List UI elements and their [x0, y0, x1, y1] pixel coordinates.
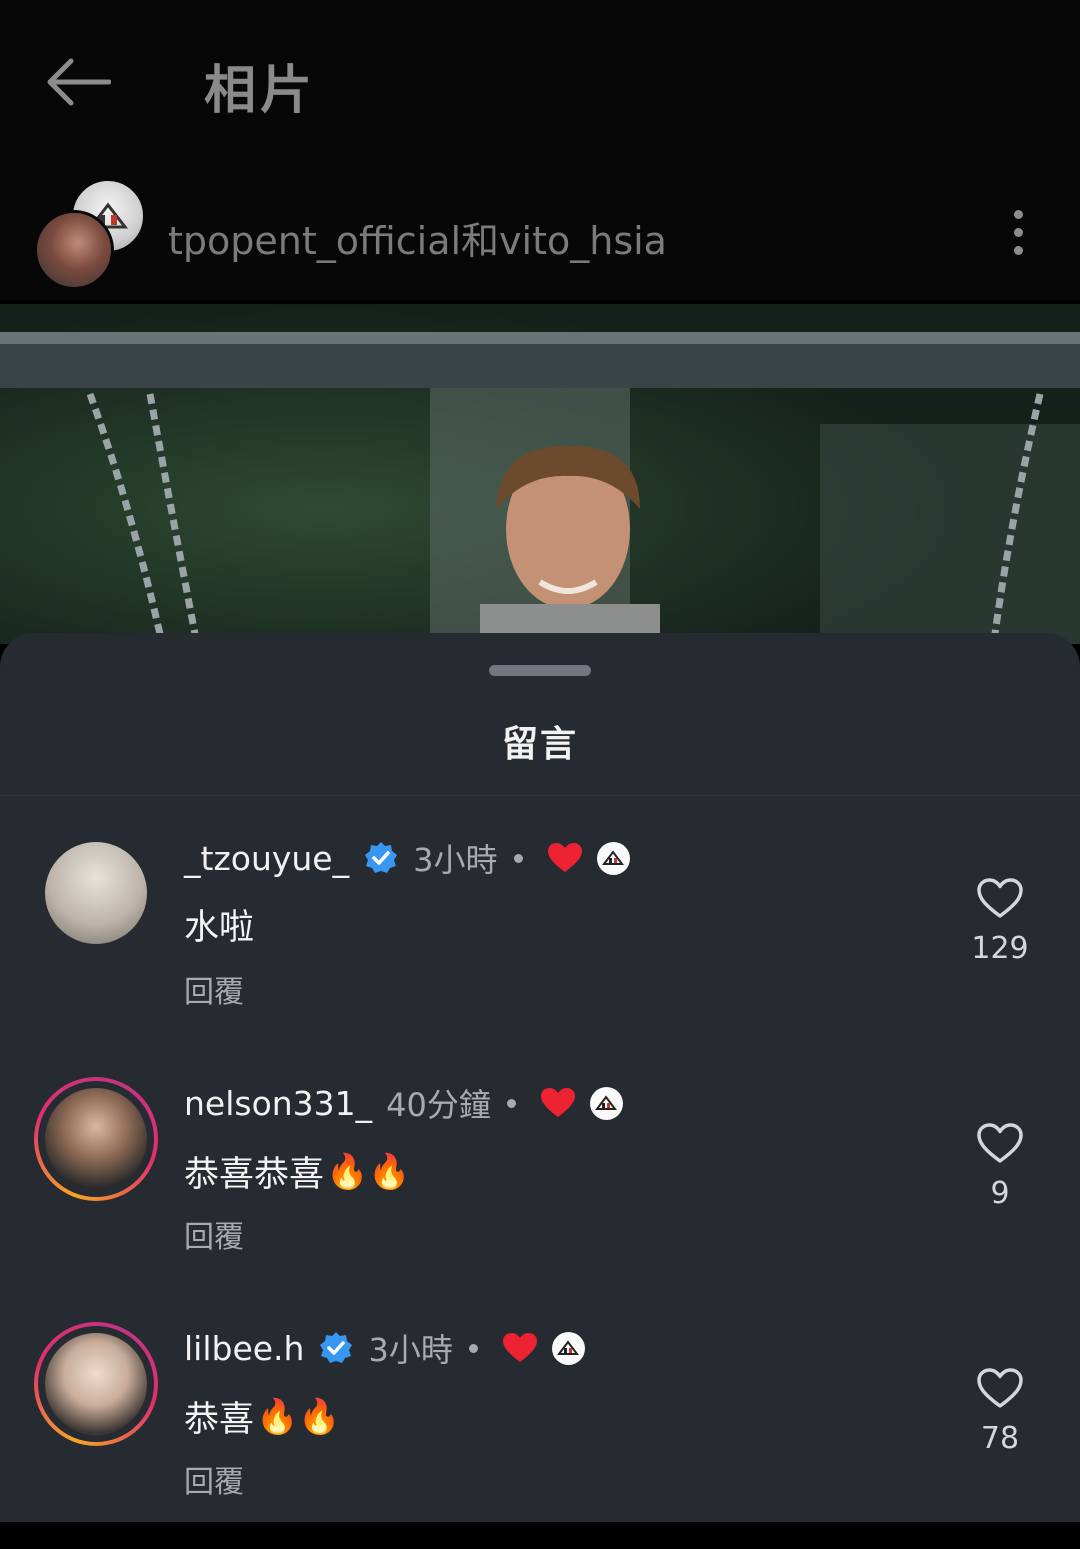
drag-handle[interactable]	[489, 665, 591, 676]
comment-username[interactable]: nelson331_	[184, 1084, 372, 1123]
avatar[interactable]	[45, 1333, 147, 1435]
separator-dot	[513, 853, 523, 863]
comment-text: 恭喜 🔥🔥	[184, 1391, 341, 1442]
verified-badge-icon	[363, 840, 399, 876]
sheet-title: 留言	[501, 724, 578, 765]
separator-dot	[468, 1343, 478, 1353]
comment-body: 恭喜	[184, 1400, 255, 1440]
comment-text: 水啦	[184, 899, 254, 950]
vito-hsia-avatar	[34, 210, 114, 290]
comment-item: lilbee.h 3小時 恭喜 🔥🔥 回覆 78	[0, 1319, 1080, 1549]
comment-meta: lilbee.h 3小時	[184, 1323, 585, 1373]
creator-liked-heart-icon	[540, 1085, 576, 1121]
back-button[interactable]	[38, 46, 118, 118]
divider	[0, 795, 1080, 796]
page-title: 相片	[204, 61, 317, 121]
separator-dot	[506, 1098, 516, 1108]
post-author-names[interactable]: tpopent_official和vito_hsia	[168, 210, 667, 265]
comment-username[interactable]: lilbee.h	[184, 1329, 304, 1368]
comment-meta: nelson331_ 40分鐘	[184, 1078, 623, 1128]
fire-emoji: 🔥🔥	[256, 1396, 341, 1437]
like-heart-icon[interactable]	[976, 1122, 1024, 1164]
back-arrow-icon	[47, 58, 111, 106]
comment-text: 恭喜恭喜 🔥🔥	[184, 1146, 411, 1197]
verified-badge-icon	[318, 1330, 354, 1366]
like-control[interactable]: 78	[970, 1367, 1030, 1456]
fire-emoji: 🔥🔥	[326, 1151, 411, 1192]
avatar[interactable]	[45, 1088, 147, 1190]
comment-time: 3小時	[413, 841, 498, 879]
like-heart-icon[interactable]	[976, 1367, 1024, 1409]
comment-body: 水啦	[184, 908, 255, 948]
like-count: 78	[980, 1421, 1020, 1456]
avatar[interactable]	[45, 842, 147, 944]
like-count: 9	[990, 1176, 1010, 1211]
more-options-icon[interactable]	[996, 200, 1040, 264]
top-bar: 相片 tpopent_official和vito_hsia	[0, 0, 1080, 300]
comment-item: _tzouyue_ 3小時 水啦 回覆 129	[0, 829, 1080, 1059]
comment-time: 3小時	[368, 1331, 453, 1369]
creator-avatar-icon	[551, 1331, 585, 1365]
post-author-avatars[interactable]	[34, 178, 146, 290]
comments-sheet: 留言 _tzouyue_ 3小時 水啦 回覆 129 nelson331_ 40…	[0, 633, 1080, 1522]
like-heart-icon[interactable]	[976, 877, 1024, 919]
like-control[interactable]: 129	[970, 877, 1030, 966]
comment-body: 恭喜恭喜	[184, 1155, 325, 1195]
like-count: 129	[971, 931, 1029, 966]
reply-button[interactable]: 回覆	[184, 967, 244, 1011]
post-photo[interactable]	[0, 304, 1080, 644]
comment-username[interactable]: _tzouyue_	[184, 839, 349, 878]
creator-avatar-icon	[596, 841, 630, 875]
comment-meta: _tzouyue_ 3小時	[184, 833, 630, 883]
like-control[interactable]: 9	[970, 1122, 1030, 1211]
comment-time: 40分鐘	[386, 1086, 491, 1124]
reply-button[interactable]: 回覆	[184, 1212, 244, 1256]
creator-liked-heart-icon	[547, 840, 583, 876]
creator-liked-heart-icon	[502, 1330, 538, 1366]
creator-avatar-icon	[589, 1086, 623, 1120]
reply-button[interactable]: 回覆	[184, 1457, 244, 1501]
comment-item: nelson331_ 40分鐘 恭喜恭喜 🔥🔥 回覆 9	[0, 1074, 1080, 1304]
